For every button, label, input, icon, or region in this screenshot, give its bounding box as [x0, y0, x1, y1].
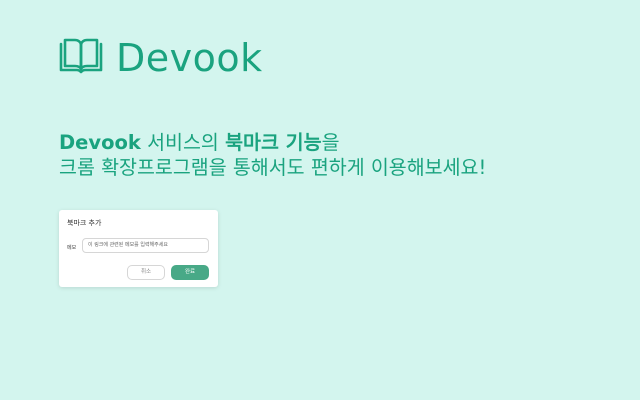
memo-label: 메모 — [67, 245, 77, 251]
headline-bold: 북마크 기능 — [225, 131, 322, 154]
headline-line-2: 크롬 확장프로그램을 통해서도 편하게 이용해보세요! — [59, 156, 487, 179]
headline-brand: Devook — [59, 131, 141, 154]
bookmark-dialog-preview: 북마크 추가 메모 이 링크에 관련된 메모를 입력해주세요 취소 완료 — [59, 210, 218, 287]
dialog-title: 북마크 추가 — [67, 219, 102, 227]
brand-logo: Devook — [58, 36, 263, 80]
open-book-icon — [58, 36, 104, 80]
headline-text-b: 을 — [321, 131, 340, 154]
done-button[interactable]: 완료 — [171, 265, 209, 280]
brand-name: Devook — [116, 36, 263, 80]
cancel-button[interactable]: 취소 — [127, 265, 165, 280]
headline-line-1: Devook 서비스의 북마크 기능을 — [59, 130, 486, 155]
headline-text-a: 서비스의 — [140, 131, 226, 154]
headline: Devook 서비스의 북마크 기능을 크롬 확장프로그램을 통해서도 편하게 … — [59, 130, 486, 180]
memo-input[interactable]: 이 링크에 관련된 메모를 입력해주세요 — [82, 238, 209, 253]
